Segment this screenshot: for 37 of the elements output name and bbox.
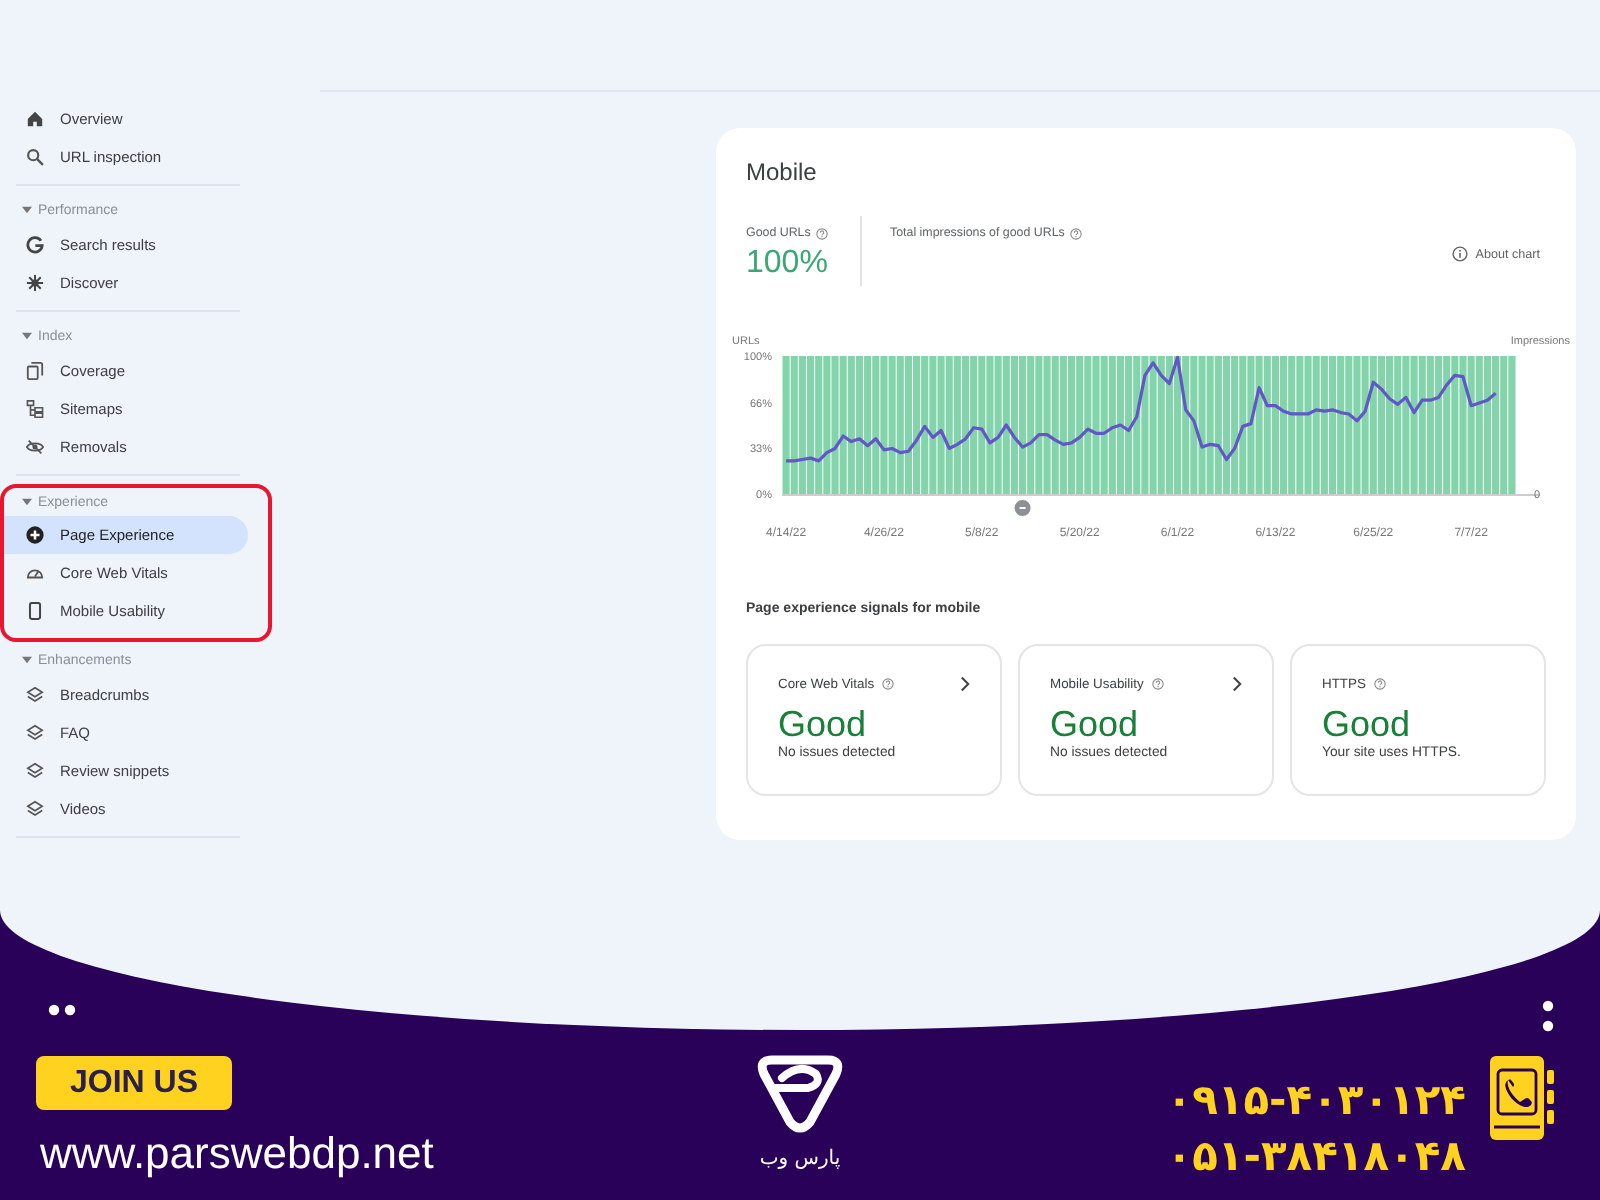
smartphone-icon (26, 602, 44, 620)
eye-off-icon (26, 438, 44, 456)
help-icon[interactable] (1070, 228, 1083, 240)
help-icon[interactable] (882, 678, 895, 690)
phone-book-icon (1490, 1056, 1554, 1140)
layers-icon (26, 686, 44, 704)
g-icon (26, 236, 44, 254)
website-address: www.parswebdp.net (40, 1130, 434, 1178)
dots-icon (48, 1004, 76, 1016)
info-icon (1451, 246, 1468, 262)
logo-icon (752, 1050, 848, 1138)
help-icon[interactable] (1151, 678, 1164, 690)
marker-icon[interactable] (1014, 500, 1031, 516)
vertical-dots-icon (1542, 1000, 1554, 1032)
gauge-icon (26, 564, 44, 582)
home-icon (26, 110, 44, 128)
layers-icon (26, 724, 44, 742)
help-icon[interactable] (816, 228, 829, 240)
card-title: Mobile (746, 156, 819, 188)
logo-text: پارس وب (759, 1146, 841, 1174)
layers-icon (26, 762, 44, 780)
status-value: Good (778, 704, 869, 744)
search-icon (26, 148, 44, 166)
chevron-right-icon (960, 676, 970, 692)
metric-value: 100% (746, 244, 830, 284)
phone-number: ۰۵۱-۳۸۴۱۸۰۴۸ (1166, 1130, 1466, 1184)
status-value: Good (1322, 704, 1413, 744)
asterisk-icon (26, 274, 44, 292)
join-us-button[interactable]: JOIN US (36, 1056, 232, 1110)
plus-circle-icon (26, 526, 44, 544)
help-icon[interactable] (1373, 678, 1386, 690)
sitemap-icon (26, 400, 44, 418)
documents-icon (26, 362, 44, 380)
status-value: Good (1050, 704, 1141, 744)
layers-icon (26, 800, 44, 818)
phone-number: ۰۹۱۵-۴۰۳۰۱۲۴ (1166, 1074, 1466, 1128)
chevron-right-icon (1232, 676, 1242, 692)
